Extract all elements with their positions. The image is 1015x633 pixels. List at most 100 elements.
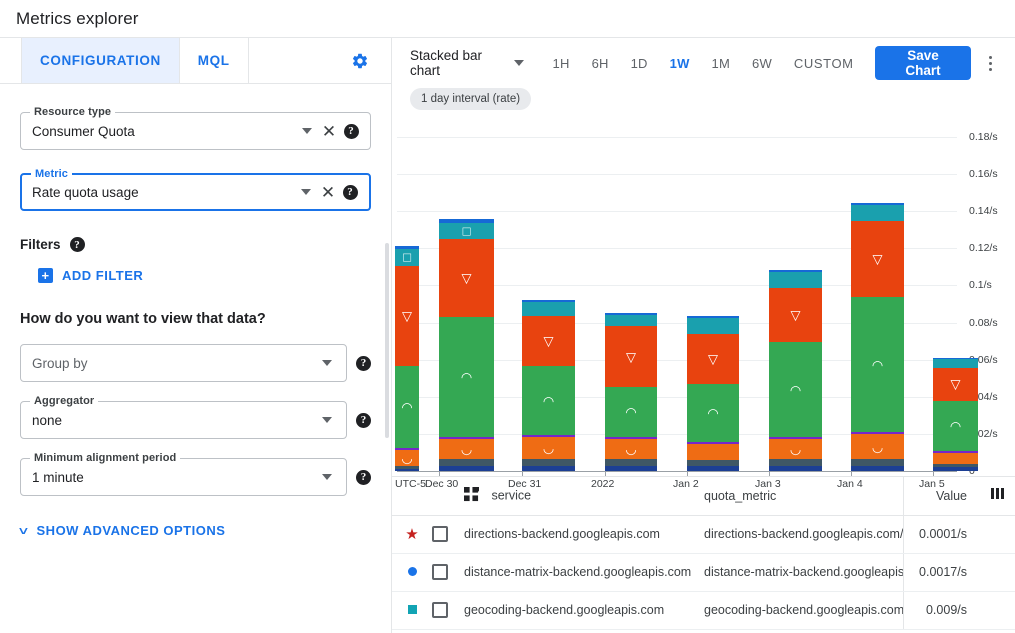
bar-segment-slate-band[interactable]	[522, 459, 575, 466]
group-by-dropdown-button[interactable]	[316, 360, 338, 366]
bar-segment-slate-band[interactable]	[605, 459, 657, 466]
column-settings-icon[interactable]	[991, 488, 1005, 503]
row-checkbox[interactable]	[432, 564, 448, 580]
bar-segment-blue-band[interactable]	[605, 313, 657, 315]
bar-segment-navy-band[interactable]	[851, 466, 904, 471]
aggregator-dropdown-button[interactable]	[316, 417, 338, 423]
filters-help-icon[interactable]: ?	[70, 237, 85, 252]
alignment-period-field[interactable]: Minimum alignment period 1 minute	[20, 458, 347, 496]
bar-segment-teal-band[interactable]: □	[395, 249, 419, 266]
bar-segment-navy-band[interactable]	[605, 466, 657, 471]
bar-segment-blue-band[interactable]	[522, 300, 575, 302]
resource-type-clear-button[interactable]: ✕	[318, 123, 340, 140]
bar-segment-red-band[interactable]: ▽	[769, 288, 822, 342]
bar-segment-orange-band[interactable]	[687, 444, 739, 460]
chart-bar[interactable]: ◡◠▽□	[439, 219, 494, 471]
th-column-settings[interactable]	[981, 477, 1015, 515]
bar-segment-blue-band[interactable]	[395, 246, 419, 249]
bar-segment-green-band[interactable]: ◠	[769, 342, 822, 438]
bar-segment-navy-band[interactable]	[687, 466, 739, 471]
bar-segment-green-band[interactable]: ◠	[687, 384, 739, 442]
tab-configuration[interactable]: CONFIGURATION	[21, 38, 180, 83]
bar-segment-teal-band[interactable]	[605, 315, 657, 326]
bar-segment-green-band[interactable]: ◠	[933, 401, 978, 451]
bar-segment-slate-band[interactable]	[933, 464, 978, 467]
bar-segment-teal-band[interactable]: □	[439, 223, 494, 240]
bar-segment-slate-band[interactable]	[395, 466, 419, 469]
show-advanced-options-button[interactable]: ˅ SHOW ADVANCED OPTIONS	[20, 523, 371, 538]
bar-segment-slate-band[interactable]	[439, 459, 494, 466]
alignment-period-dropdown-button[interactable]	[316, 474, 338, 480]
bar-segment-green-band[interactable]: ◠	[439, 317, 494, 437]
bar-segment-orange-band[interactable]: ◡	[395, 450, 419, 467]
chart-bar[interactable]: ◡◠▽	[851, 203, 904, 471]
bar-segment-red-band[interactable]: ▽	[687, 334, 739, 384]
bar-segment-navy-band[interactable]	[395, 469, 419, 471]
chart-bar[interactable]: ◠▽	[933, 358, 978, 471]
bar-segment-blue-band[interactable]	[769, 270, 822, 272]
bar-segment-purple-band[interactable]	[395, 448, 419, 450]
group-by-field[interactable]: Group by	[20, 344, 347, 382]
time-range-6h[interactable]: 6H	[581, 50, 620, 77]
grid-toggle-icon[interactable]	[464, 487, 479, 505]
bar-segment-slate-band[interactable]	[769, 459, 822, 466]
bar-segment-blue-band[interactable]	[439, 219, 494, 223]
bar-segment-green-band[interactable]: ◠	[605, 387, 657, 437]
add-filter-button[interactable]: + ADD FILTER	[38, 268, 371, 283]
table-row[interactable]: geocoding-backend.googleapis.comgeocodin…	[392, 591, 1015, 629]
bar-segment-purple-band[interactable]	[605, 437, 657, 439]
aggregator-help-icon[interactable]: ?	[356, 413, 371, 428]
bar-segment-purple-band[interactable]	[933, 451, 978, 453]
bar-segment-red-band[interactable]: ▽	[605, 326, 657, 387]
metric-field[interactable]: Metric Rate quota usage ✕ ?	[20, 173, 371, 211]
chart-bar[interactable]: ◡◠▽	[605, 313, 657, 471]
time-range-1d[interactable]: 1D	[620, 50, 659, 77]
table-row[interactable]: distance-matrix-backend.googleapis.comdi…	[392, 553, 1015, 591]
bar-segment-slate-band[interactable]	[687, 460, 739, 466]
time-range-1h[interactable]: 1H	[542, 50, 581, 77]
bar-segment-navy-band[interactable]	[522, 466, 575, 471]
resource-type-field[interactable]: Resource type Consumer Quota ✕ ?	[20, 112, 371, 150]
stacked-bar-chart[interactable]: 00.02/s0.04/s0.06/s0.08/s0.1/s0.12/s0.14…	[392, 124, 1015, 476]
config-panel-scrollbar[interactable]	[385, 243, 389, 438]
bar-segment-navy-band[interactable]	[439, 466, 494, 471]
row-checkbox[interactable]	[432, 602, 448, 618]
time-range-6w[interactable]: 6W	[741, 50, 783, 77]
row-checkbox[interactable]	[432, 526, 448, 542]
bar-segment-green-band[interactable]: ◠	[522, 366, 575, 435]
save-chart-button[interactable]: Save Chart	[875, 46, 972, 80]
bar-segment-blue-band[interactable]	[687, 316, 739, 318]
metric-help-button[interactable]: ?	[339, 185, 361, 200]
bar-segment-orange-band[interactable]	[933, 453, 978, 465]
chart-bar[interactable]: ◡ ◠▽□	[395, 246, 419, 471]
bar-segment-purple-band[interactable]	[851, 432, 904, 434]
bar-segment-orange-band[interactable]: ◡	[851, 434, 904, 459]
bar-segment-teal-band[interactable]	[769, 272, 822, 288]
bar-segment-red-band[interactable]: ▽	[851, 221, 904, 297]
bar-segment-red-band[interactable]: ▽	[933, 368, 978, 401]
th-quota-metric[interactable]: quota_metric	[704, 477, 903, 515]
bar-segment-purple-band[interactable]	[687, 442, 739, 444]
bar-segment-teal-band[interactable]	[851, 205, 904, 221]
chart-bar[interactable]: ◠▽	[687, 316, 739, 471]
chart-more-options-button[interactable]	[977, 56, 1003, 71]
bar-segment-green-band[interactable]: ◠	[395, 366, 419, 448]
alignment-period-help-icon[interactable]: ?	[356, 470, 371, 485]
bar-segment-red-band[interactable]: ▽	[439, 239, 494, 317]
bar-segment-red-band[interactable]: ▽	[395, 266, 419, 366]
table-row[interactable]: ★directions-backend.googleapis.comdirect…	[392, 515, 1015, 553]
row-checkbox-cell[interactable]	[432, 553, 464, 591]
resource-type-dropdown-button[interactable]	[296, 128, 318, 134]
bar-segment-orange-band[interactable]: ◡	[605, 439, 657, 459]
bar-segment-purple-band[interactable]	[769, 437, 822, 439]
bar-segment-teal-band[interactable]	[522, 302, 575, 315]
row-checkbox-cell[interactable]	[432, 515, 464, 553]
interval-chip[interactable]: 1 day interval (rate)	[410, 88, 531, 110]
bar-segment-purple-band[interactable]	[522, 435, 575, 437]
time-range-1m[interactable]: 1M	[701, 50, 741, 77]
time-range-custom[interactable]: CUSTOM	[783, 50, 865, 77]
bar-segment-red-band[interactable]: ▽	[522, 316, 575, 366]
bar-segment-orange-band[interactable]: ◡	[769, 439, 822, 459]
chart-type-selector[interactable]: Stacked bar chart	[410, 48, 524, 78]
bar-segment-green-band[interactable]: ◠	[851, 297, 904, 432]
